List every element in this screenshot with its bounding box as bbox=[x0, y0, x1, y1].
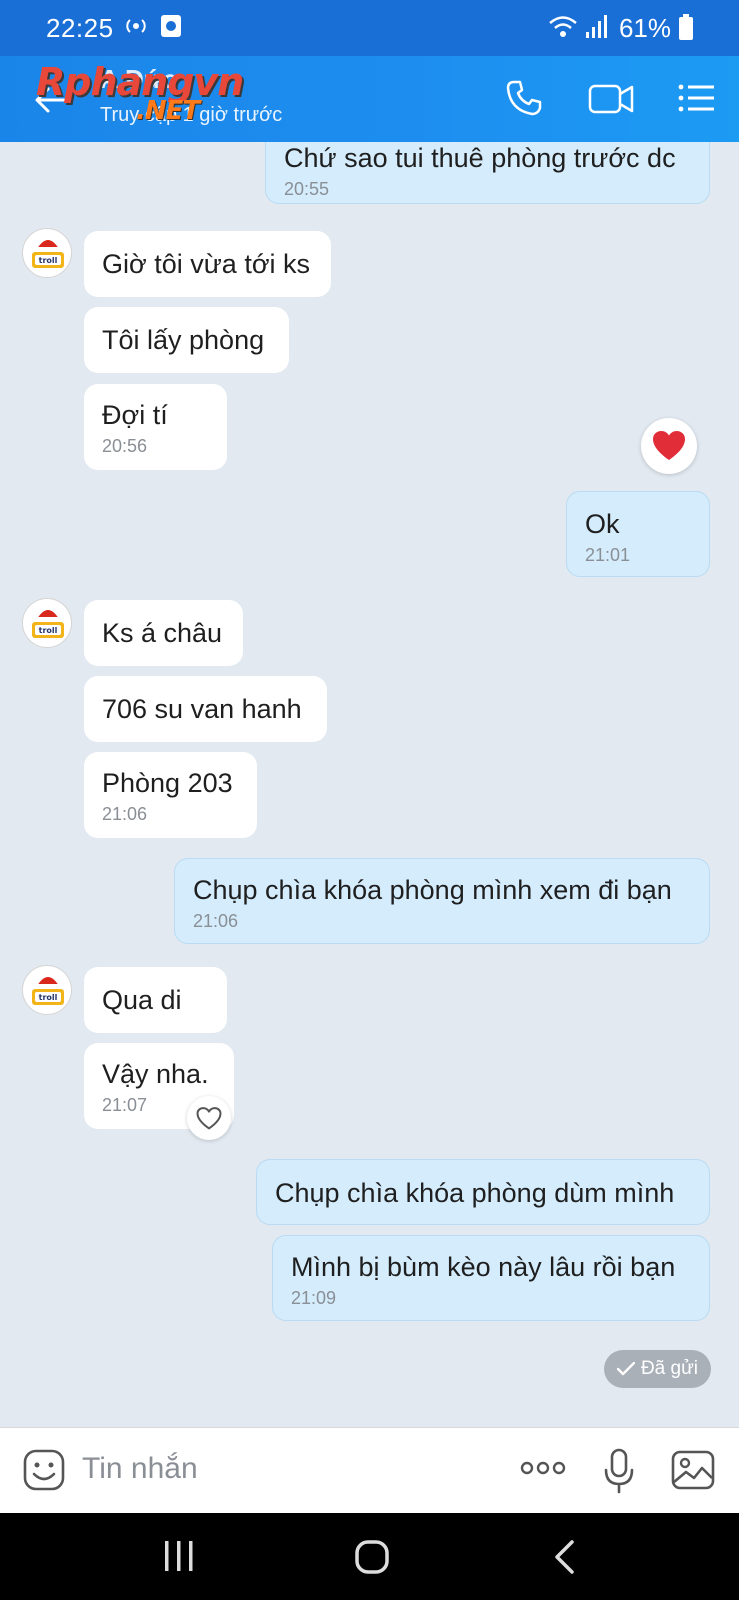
message-bubble-incoming[interactable]: Qua di bbox=[84, 967, 227, 1033]
message-bubble-incoming[interactable]: Giờ tôi vừa tới ks bbox=[84, 231, 331, 297]
battery-icon bbox=[679, 14, 693, 40]
react-button[interactable] bbox=[187, 1096, 231, 1140]
voice-call-icon[interactable] bbox=[504, 78, 544, 118]
system-nav-bar bbox=[0, 1513, 739, 1600]
message-input[interactable]: Tin nhắn bbox=[82, 1452, 198, 1486]
screen-record-icon bbox=[161, 15, 181, 37]
avatar[interactable]: troll bbox=[22, 965, 72, 1015]
message-bubble-outgoing[interactable]: Mình bị bùm kèo này lâu rồi bạn 21:09 bbox=[272, 1235, 710, 1321]
watermark-logo: Rphangvn .NET bbox=[36, 60, 244, 126]
heart-filled-icon bbox=[653, 431, 685, 460]
svg-text:troll: troll bbox=[39, 256, 58, 265]
message-bubble-outgoing[interactable]: Ok 21:01 bbox=[566, 491, 710, 577]
more-options-icon[interactable] bbox=[520, 1460, 566, 1476]
message-bubble-incoming[interactable]: 706 su van hanh bbox=[84, 676, 327, 742]
message-time: 21:06 bbox=[193, 911, 239, 931]
heart-outline-icon bbox=[196, 1106, 222, 1129]
home-icon[interactable] bbox=[354, 1539, 390, 1575]
message-time: 21:01 bbox=[585, 545, 631, 565]
image-gallery-icon[interactable] bbox=[671, 1448, 715, 1492]
avatar[interactable]: troll bbox=[22, 228, 72, 278]
message-bubble-incoming[interactable]: Phòng 203 21:06 bbox=[84, 752, 257, 838]
avatar[interactable]: troll bbox=[22, 598, 72, 648]
svg-text:troll: troll bbox=[39, 626, 58, 635]
troll-santa-avatar-icon: troll bbox=[32, 601, 64, 638]
recent-apps-icon[interactable] bbox=[163, 1539, 195, 1573]
microphone-icon[interactable] bbox=[604, 1448, 634, 1494]
message-bubble-outgoing[interactable]: Chụp chìa khóa phòng mình xem đi bạn 21:… bbox=[174, 858, 710, 944]
menu-list-icon[interactable] bbox=[676, 78, 716, 118]
troll-santa-avatar-icon: troll bbox=[32, 231, 64, 268]
message-time: 20:56 bbox=[102, 436, 148, 456]
message-time: 21:06 bbox=[102, 804, 148, 824]
message-bubble-incoming[interactable]: Ks á châu bbox=[84, 600, 243, 666]
wifi-icon bbox=[549, 16, 577, 37]
status-bar: 22:25 61% bbox=[0, 0, 739, 56]
message-list[interactable]: Chứ sao tui thuê phòng trước dc 20:55 tr… bbox=[0, 142, 739, 1427]
troll-santa-avatar-icon: troll bbox=[32, 968, 64, 1005]
check-icon bbox=[616, 1362, 635, 1376]
sent-status-badge: Đã gửi bbox=[604, 1350, 711, 1388]
hotspot-icon bbox=[126, 19, 146, 33]
svg-text:troll: troll bbox=[39, 993, 58, 1002]
video-call-icon[interactable] bbox=[588, 78, 634, 118]
heart-reaction[interactable] bbox=[641, 418, 697, 474]
message-bubble-incoming[interactable]: Tôi lấy phòng bbox=[84, 307, 289, 373]
signal-icon bbox=[586, 15, 607, 38]
status-time: 22:25 bbox=[46, 13, 114, 43]
message-bubble-outgoing[interactable]: Chụp chìa khóa phòng dùm mình bbox=[256, 1159, 710, 1225]
message-time: 20:55 bbox=[284, 179, 330, 199]
message-time: 21:09 bbox=[291, 1288, 337, 1308]
message-composer: Tin nhắn bbox=[0, 1427, 739, 1513]
emoji-sticker-icon[interactable] bbox=[22, 1448, 66, 1492]
message-bubble-outgoing[interactable]: Chứ sao tui thuê phòng trước dc 20:55 bbox=[265, 142, 710, 204]
battery-percent: 61% bbox=[618, 13, 671, 43]
message-bubble-incoming[interactable]: Đợi tí 20:56 bbox=[84, 384, 227, 470]
back-nav-icon[interactable] bbox=[552, 1539, 576, 1575]
